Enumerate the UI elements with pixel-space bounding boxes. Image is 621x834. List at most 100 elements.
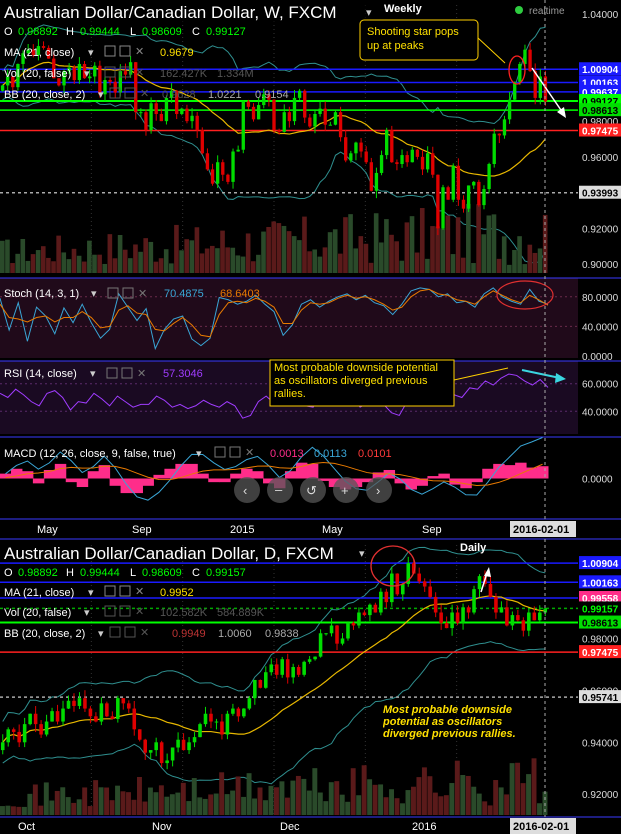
volume-bar bbox=[245, 233, 251, 273]
chevron-down-icon[interactable]: ▾ bbox=[98, 89, 104, 101]
candle-body bbox=[185, 108, 189, 122]
rsi-panel: RSI (14, close) ▾ ✕ 57.3046 Most probabl… bbox=[0, 359, 621, 434]
stoch-label[interactable]: Stoch (14, 3, 1) bbox=[4, 288, 79, 300]
close-icon[interactable]: ✕ bbox=[135, 67, 144, 79]
ohlc-h-label: H bbox=[66, 26, 74, 38]
volume-bar bbox=[322, 247, 328, 273]
candle-body bbox=[0, 742, 5, 751]
x-tick-label: Oct bbox=[18, 821, 35, 833]
macd-hist-bar bbox=[65, 478, 78, 483]
volume-bar bbox=[97, 254, 102, 273]
candle-body bbox=[154, 742, 158, 751]
candle-body bbox=[364, 151, 368, 163]
volume-bar bbox=[307, 251, 312, 273]
chart-canvas: Australian Dollar/Canadian Dollar, W, FX… bbox=[0, 0, 621, 834]
close-icon[interactable]: ✕ bbox=[137, 368, 146, 380]
chevron-down-icon[interactable]: ▾ bbox=[90, 368, 96, 380]
volume-bar bbox=[532, 252, 538, 273]
ohlc-h-value: 0.99444 bbox=[80, 26, 120, 38]
candle-body bbox=[236, 149, 240, 152]
volume-bar bbox=[138, 251, 143, 273]
volume-bar bbox=[509, 763, 515, 815]
close-icon[interactable]: ✕ bbox=[140, 627, 149, 639]
candle-body bbox=[328, 124, 333, 126]
daily-title[interactable]: Australian Dollar/Canadian Dollar, D, FX… bbox=[4, 544, 334, 563]
macd-hist-bar bbox=[471, 478, 483, 483]
candle-body bbox=[159, 742, 164, 764]
volume-bar bbox=[399, 260, 405, 273]
volume-bar bbox=[394, 798, 400, 815]
rsi-label[interactable]: RSI (14, close) bbox=[4, 368, 77, 380]
chevron-down-icon[interactable]: ▾ bbox=[88, 47, 94, 59]
candle-body bbox=[280, 659, 285, 675]
chevron-down-icon[interactable]: ▾ bbox=[91, 288, 97, 300]
weekly-vol-value-2: 1.334M bbox=[217, 68, 254, 80]
volume-bar bbox=[301, 778, 307, 815]
close-icon[interactable]: ✕ bbox=[135, 586, 144, 598]
volume-bar bbox=[241, 796, 247, 815]
volume-bar bbox=[378, 242, 384, 273]
volume-bar bbox=[153, 792, 159, 815]
volume-bar bbox=[312, 249, 318, 273]
volume-bar bbox=[143, 238, 149, 273]
volume-bar bbox=[438, 796, 444, 815]
volume-bar bbox=[443, 795, 449, 815]
daily-vol-label[interactable]: Vol (20, false) bbox=[4, 607, 71, 619]
volume-bar bbox=[169, 263, 174, 273]
close-icon[interactable]: ✕ bbox=[140, 88, 149, 100]
chevron-down-icon[interactable]: ▾ bbox=[88, 587, 94, 599]
chevron-down-icon[interactable]: ▾ bbox=[366, 7, 372, 19]
ohlc-l-value: 0.98609 bbox=[142, 26, 182, 38]
close-icon[interactable]: ✕ bbox=[138, 288, 147, 300]
chevron-down-icon[interactable]: ▾ bbox=[196, 448, 202, 460]
volume-bar bbox=[49, 800, 55, 815]
daily-ohlc-h-label: H bbox=[66, 567, 74, 579]
weekly-timeframe-label: Weekly bbox=[384, 3, 423, 15]
candle-body bbox=[116, 698, 120, 719]
weekly-ma-label[interactable]: MA (21, close) bbox=[4, 47, 74, 59]
volume-bar bbox=[60, 787, 66, 815]
volume-bar bbox=[98, 787, 104, 815]
weekly-bb-label[interactable]: BB (20, close, 2) bbox=[4, 89, 85, 101]
x-tick-label: Dec bbox=[280, 821, 300, 833]
candle-body bbox=[205, 153, 210, 170]
chevron-down-icon[interactable]: ▾ bbox=[359, 548, 365, 560]
stoch-plot-area bbox=[0, 278, 578, 358]
candle-body bbox=[282, 112, 286, 132]
volume-bar bbox=[40, 246, 46, 273]
chevron-down-icon[interactable]: ▾ bbox=[84, 607, 90, 619]
daily-ma-label[interactable]: MA (21, close) bbox=[4, 587, 74, 599]
macd-axis: 0.0000 bbox=[582, 475, 613, 486]
candle-body bbox=[472, 181, 476, 186]
candle-body bbox=[274, 664, 279, 675]
candle-body bbox=[351, 622, 356, 626]
candle-body bbox=[180, 108, 184, 114]
volume-bar bbox=[261, 231, 266, 273]
candle-body bbox=[338, 112, 343, 138]
close-icon[interactable]: ✕ bbox=[135, 46, 144, 58]
daily-bb-label[interactable]: BB (20, close, 2) bbox=[4, 628, 85, 640]
candle-body bbox=[335, 625, 339, 644]
candle-body bbox=[324, 633, 328, 635]
volume-bar bbox=[122, 249, 128, 273]
chevron-down-icon[interactable]: ▾ bbox=[84, 68, 90, 80]
candle-body bbox=[72, 67, 76, 81]
macd-hist-bar bbox=[306, 463, 319, 479]
candle-body bbox=[113, 81, 117, 93]
close-icon[interactable]: ✕ bbox=[135, 606, 144, 618]
candle-body bbox=[346, 622, 350, 639]
weekly-title[interactable]: Australian Dollar/Canadian Dollar, W, FX… bbox=[4, 3, 337, 22]
candle-body bbox=[518, 63, 522, 82]
chevron-down-icon[interactable]: ▾ bbox=[98, 628, 104, 640]
volume-bar bbox=[131, 799, 137, 815]
candle-body bbox=[242, 708, 246, 717]
close-icon[interactable]: ✕ bbox=[245, 447, 254, 459]
volume-bar bbox=[328, 782, 334, 815]
volume-bar bbox=[353, 248, 358, 273]
macd-label[interactable]: MACD (12, 26, close, 9, false, true) bbox=[4, 448, 176, 460]
candle-body bbox=[502, 119, 507, 136]
volume-bar bbox=[363, 243, 369, 273]
daily-bb-value-3: 0.9838 bbox=[265, 628, 299, 640]
candle-body bbox=[220, 721, 224, 735]
weekly-vol-label[interactable]: Vol (20, false) bbox=[4, 68, 71, 80]
